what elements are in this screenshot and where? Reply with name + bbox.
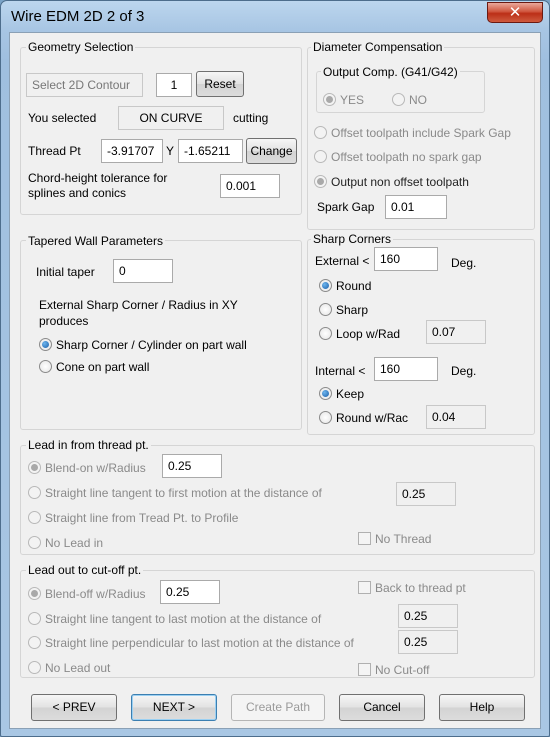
from-thread-label: Straight line from Tread Pt. to Profile — [45, 511, 239, 525]
chord-height-label-1: Chord-height tolerance for — [28, 171, 168, 185]
lead-in-tangent-radio[interactable] — [28, 486, 41, 499]
output-comp-title: Output Comp. (G41/G42) — [321, 65, 460, 79]
selection-value: ON CURVE — [118, 106, 224, 130]
lead-out-title: Lead out to cut-off pt. — [26, 563, 144, 577]
initial-taper-field[interactable]: 0 — [113, 259, 173, 283]
cylinder-label: Sharp Corner / Cylinder on part wall — [56, 338, 247, 352]
diameter-compensation-title: Diameter Compensation — [311, 40, 445, 54]
sharp-corners-title: Sharp Corners — [311, 232, 394, 246]
cone-radio[interactable] — [39, 360, 52, 373]
reset-button[interactable]: Reset — [196, 71, 244, 97]
no-cutoff-checkbox[interactable] — [358, 663, 371, 676]
cancel-button[interactable]: Cancel — [339, 694, 425, 721]
sharp-label: Sharp — [336, 303, 369, 317]
from-thread-radio[interactable] — [28, 511, 41, 524]
round-label: Round — [336, 279, 372, 293]
blend-on-radio[interactable] — [28, 461, 41, 474]
window-title: Wire EDM 2D 2 of 3 — [11, 8, 145, 25]
cylinder-radio[interactable] — [39, 338, 52, 351]
chord-height-field[interactable]: 0.001 — [220, 174, 280, 198]
external-deg-label: Deg. — [451, 256, 477, 270]
contour-count-field: 1 — [156, 73, 192, 97]
blend-off-radius-field[interactable]: 0.25 — [160, 580, 220, 604]
round-rad-radio[interactable] — [319, 411, 332, 424]
offset-spark-gap-radio[interactable] — [314, 126, 327, 139]
you-selected-label: You selected — [28, 111, 97, 125]
select-2d-contour-button[interactable]: Select 2D Contour — [26, 73, 143, 97]
loop-radius-field: 0.07 — [426, 320, 486, 344]
next-button[interactable]: NEXT > — [131, 694, 217, 721]
non-offset-label: Output non offset toolpath — [331, 175, 469, 189]
cone-label: Cone on part wall — [56, 360, 150, 374]
initial-taper-label: Initial taper — [36, 265, 95, 279]
round-radius-field: 0.04 — [426, 405, 486, 429]
back-to-thread-checkbox[interactable] — [358, 581, 371, 594]
loop-label: Loop w/Rad — [336, 327, 401, 341]
blend-on-label: Blend-on w/Radius — [45, 461, 146, 475]
external-label: External < — [315, 254, 370, 268]
thread-x-field[interactable]: -3.91707 — [101, 139, 163, 163]
geometry-selection-title: Geometry Selection — [26, 40, 136, 54]
produces-label-1: External Sharp Corner / Radius in XY — [39, 298, 238, 312]
title-bar[interactable]: Wire EDM 2D 2 of 3 ✕ — [1, 1, 549, 31]
dialog-body: Geometry Selection Select 2D Contour 1 R… — [9, 32, 541, 729]
lead-in-tangent-field: 0.25 — [396, 482, 456, 506]
chord-height-label-2: splines and conics — [28, 186, 127, 200]
round-radio[interactable] — [319, 279, 332, 292]
internal-deg-label: Deg. — [451, 364, 477, 378]
create-path-button[interactable]: Create Path — [231, 694, 325, 721]
spark-gap-label: Spark Gap — [317, 200, 375, 214]
sharp-radio[interactable] — [319, 303, 332, 316]
perpendicular-label: Straight line perpendicular to last moti… — [45, 636, 354, 650]
spark-gap-field[interactable]: 0.01 — [385, 195, 447, 219]
no-lead-in-radio[interactable] — [28, 536, 41, 549]
no-thread-label: No Thread — [375, 532, 432, 546]
no-lead-in-label: No Lead in — [45, 536, 104, 550]
window: Wire EDM 2D 2 of 3 ✕ Geometry Selection … — [0, 0, 550, 737]
external-angle-field[interactable]: 160 — [374, 247, 438, 271]
prev-button[interactable]: < PREV — [31, 694, 117, 721]
keep-label: Keep — [336, 387, 365, 401]
offset-no-spark-gap-label: Offset toolpath no spark gap — [331, 150, 482, 164]
internal-label: Internal < — [315, 364, 366, 378]
thread-pt-label: Thread Pt — [28, 144, 81, 158]
lead-out-tangent-label: Straight line tangent to last motion at … — [45, 612, 322, 626]
change-button[interactable]: Change — [246, 138, 297, 164]
yes-label: YES — [340, 93, 365, 107]
non-offset-radio[interactable] — [314, 175, 327, 188]
no-thread-checkbox[interactable] — [358, 532, 371, 545]
lead-out-tangent-radio[interactable] — [28, 612, 41, 625]
round-rad-label: Round w/Rac — [336, 411, 409, 425]
no-label: NO — [409, 93, 427, 107]
offset-spark-gap-label: Offset toolpath include Spark Gap — [331, 126, 511, 140]
close-button[interactable]: ✕ — [487, 2, 543, 23]
produces-label-2: produces — [39, 314, 89, 328]
no-lead-out-radio[interactable] — [28, 661, 41, 674]
lead-in-tangent-label: Straight line tangent to first motion at… — [45, 486, 322, 500]
output-comp-yes-radio[interactable] — [323, 93, 336, 106]
lead-out-tangent-field: 0.25 — [398, 604, 458, 628]
no-cutoff-label: No Cut-off — [375, 663, 430, 677]
no-lead-out-label: No Lead out — [45, 661, 111, 675]
thread-y-field[interactable]: -1.65211 — [178, 139, 243, 163]
output-comp-no-radio[interactable] — [392, 93, 405, 106]
y-label: Y — [166, 144, 175, 158]
internal-angle-field[interactable]: 160 — [374, 357, 438, 381]
cutting-label: cutting — [233, 111, 269, 125]
tapered-wall-title: Tapered Wall Parameters — [26, 234, 165, 248]
loop-radio[interactable] — [319, 327, 332, 340]
blend-off-label: Blend-off w/Radius — [45, 587, 146, 601]
back-to-thread-label: Back to thread pt — [375, 581, 466, 595]
help-button[interactable]: Help — [439, 694, 525, 721]
blend-off-radio[interactable] — [28, 587, 41, 600]
lead-in-title: Lead in from thread pt. — [26, 438, 151, 452]
keep-radio[interactable] — [319, 387, 332, 400]
close-icon: ✕ — [508, 4, 522, 21]
perpendicular-field: 0.25 — [398, 630, 458, 654]
perpendicular-radio[interactable] — [28, 636, 41, 649]
offset-no-spark-gap-radio[interactable] — [314, 150, 327, 163]
blend-on-radius-field[interactable]: 0.25 — [162, 454, 222, 478]
